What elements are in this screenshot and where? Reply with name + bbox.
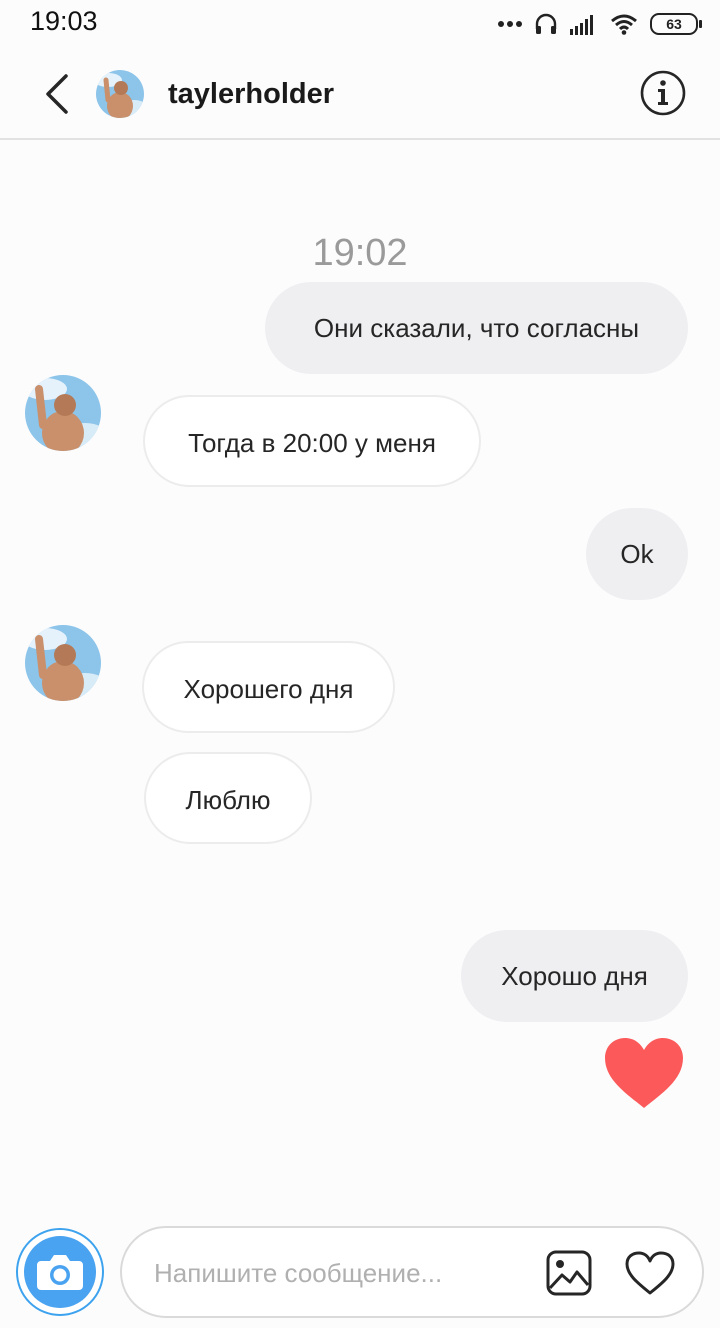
sender-avatar[interactable]: [25, 625, 101, 701]
header-avatar[interactable]: [96, 70, 144, 118]
status-icons: 63: [498, 12, 702, 36]
more-dots-icon: [498, 21, 522, 27]
message-bubble-incoming[interactable]: Хорошего дня: [142, 641, 395, 733]
chat-timestamp: 19:02: [312, 232, 408, 274]
message-bubble-outgoing[interactable]: Ok: [586, 508, 688, 600]
heart-outline-icon[interactable]: [624, 1250, 676, 1296]
message-composer: [0, 1218, 720, 1328]
back-arrow-icon[interactable]: [40, 72, 74, 116]
message-bubble-incoming[interactable]: Люблю: [144, 752, 312, 844]
message-bubble-outgoing[interactable]: Хорошо дня: [461, 930, 688, 1022]
chat-header: taylerholder: [0, 46, 720, 140]
status-bar: 19:03 63: [0, 0, 720, 46]
info-icon[interactable]: [640, 70, 686, 116]
headphones-icon: [535, 13, 557, 34]
camera-button[interactable]: [16, 1228, 104, 1316]
battery-indicator: 63: [650, 13, 702, 35]
sender-avatar[interactable]: [25, 375, 101, 451]
gallery-icon[interactable]: [546, 1250, 592, 1296]
message-bubble-outgoing[interactable]: Они сказали, что согласны: [265, 282, 688, 374]
heart-icon[interactable]: [603, 1036, 685, 1110]
message-field: [120, 1226, 704, 1318]
status-time: 19:03: [30, 6, 98, 36]
wifi-icon: [611, 14, 637, 35]
message-bubble-incoming[interactable]: Тогда в 20:00 у меня: [143, 395, 481, 487]
signal-icon: [570, 15, 593, 35]
chat-username[interactable]: taylerholder: [168, 78, 334, 111]
message-input[interactable]: [152, 1228, 536, 1318]
camera-icon: [24, 1236, 96, 1308]
